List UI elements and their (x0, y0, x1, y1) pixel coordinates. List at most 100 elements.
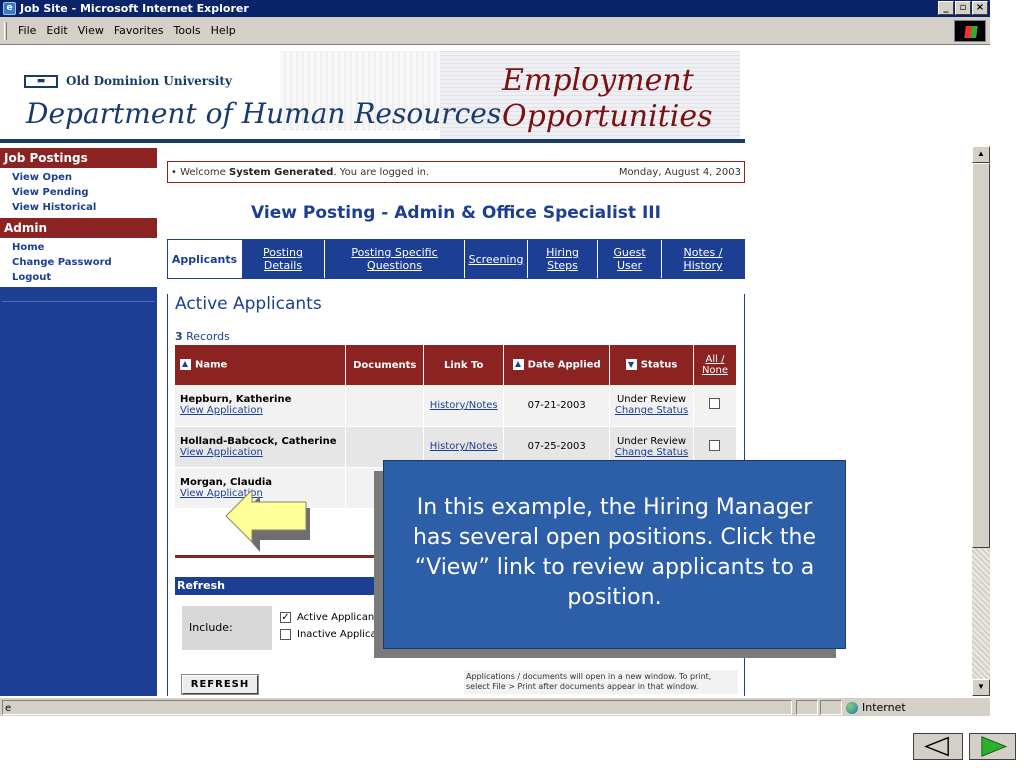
tab-label-line1: Posting (262, 246, 304, 259)
applicant-name: Hepburn, Katherine (180, 394, 292, 406)
vertical-scrollbar[interactable]: ▲ ▼ (972, 146, 990, 696)
col-link-header: Link To (423, 345, 505, 385)
col-status-label: Status (640, 359, 678, 371)
table-header-row: Name Documents Link To Date Applied Stat… (175, 345, 738, 385)
table-row: Hepburn, Katherine View Application Histo… (175, 385, 738, 427)
col-status-header[interactable]: Status (609, 345, 694, 385)
sidebar-header-job-postings: Job Postings (0, 147, 157, 168)
col-select-header[interactable]: All / None (693, 345, 738, 385)
sort-ascending-icon (180, 359, 191, 371)
toolbar-grip (4, 21, 7, 40)
tab-posting-details-label: Posting Details (263, 246, 303, 272)
ie-icon: e (3, 2, 16, 15)
tab-notes-history[interactable]: Notes / History (661, 240, 744, 278)
tab-posting-details[interactable]: Posting Details (241, 240, 324, 278)
select-checkbox[interactable] (709, 398, 721, 410)
status-text: Under Review (616, 394, 687, 406)
menu-view[interactable]: View (73, 24, 109, 37)
previous-slide-button[interactable] (913, 733, 963, 760)
university-name: Old Dominion University (66, 74, 232, 88)
history-notes-link[interactable]: History/Notes (430, 441, 498, 452)
status-lock-cell (820, 700, 842, 715)
include-label-text: Include: (189, 621, 233, 634)
windows-logo-icon (954, 20, 986, 42)
sidebar-item-view-historical[interactable]: View Historical (0, 200, 157, 215)
include-label: Include: (182, 606, 272, 650)
next-slide-button[interactable] (969, 733, 1016, 760)
print-instructions: Applications / documents will open in a … (464, 670, 738, 694)
view-application-link[interactable]: View Application (180, 447, 263, 458)
employment-heading-line2: Opportunities (502, 99, 713, 134)
welcome-message: • Welcome System Generated. You are logg… (171, 167, 429, 178)
inactive-applicants-checkbox[interactable] (280, 629, 291, 640)
applicant-name: Holland-Babcock, Catherine (180, 435, 337, 447)
employment-heading: Employment Opportunities (502, 63, 713, 135)
tab-label-line2: History (683, 259, 723, 272)
record-count: 3 Records (175, 330, 737, 343)
maximize-button[interactable]: ▫ (955, 1, 971, 15)
applicant-cell: Holland-Babcock, Catherine View Applicati… (175, 426, 347, 468)
menu-help[interactable]: Help (206, 24, 241, 37)
menu-file[interactable]: File (13, 24, 41, 37)
internet-zone-icon (846, 701, 858, 714)
status-text: Under Review (616, 435, 687, 447)
tab-label-line2: Details (263, 259, 303, 272)
tab-hiring-steps[interactable]: Hiring Steps (527, 240, 597, 278)
active-applicants-label: Active Applicants (297, 612, 384, 623)
scroll-up-icon[interactable]: ▲ (972, 146, 990, 163)
select-all-none-link[interactable]: All / None (702, 354, 728, 376)
sort-descending-icon (625, 359, 637, 371)
tab-label-line1: Hiring (546, 246, 579, 259)
department-name: Department of Human Resources (26, 97, 502, 130)
col-name-header[interactable]: Name (175, 345, 347, 385)
view-application-link[interactable]: View Application (180, 405, 263, 416)
welcome-suffix: . You are logged in. (333, 166, 430, 178)
menu-tools[interactable]: Tools (169, 24, 206, 37)
history-notes-link[interactable]: History/Notes (430, 400, 498, 411)
tab-label-line1: Guest (613, 246, 646, 259)
close-button[interactable]: × (972, 1, 988, 15)
sidebar-header-admin: Admin (0, 217, 157, 238)
refresh-button[interactable]: REFRESH (181, 674, 259, 695)
link-cell: History/Notes (423, 385, 505, 427)
active-applicants-checkbox[interactable]: ✓ (280, 612, 291, 623)
scroll-thumb[interactable] (972, 163, 990, 548)
tab-screening[interactable]: Screening (464, 240, 527, 278)
col-date-label: Date Applied (527, 359, 601, 371)
tab-posting-questions[interactable]: Posting Specific Questions (324, 240, 464, 278)
welcome-user: System Generated (229, 166, 334, 178)
minimize-button[interactable]: _ (938, 1, 954, 15)
sidebar-job-links: View Open View Pending View Historical (0, 168, 157, 217)
posting-tabs: Applicants Posting Details Posting Specif… (167, 239, 745, 279)
sidebar-item-view-open[interactable]: View Open (0, 170, 157, 185)
tab-applicants[interactable]: Applicants (168, 240, 241, 278)
sidebar-item-change-password[interactable]: Change Password (0, 255, 157, 270)
select-cell (693, 385, 738, 427)
sidebar-item-logout[interactable]: Logout (0, 270, 157, 285)
status-cell: Under Review Change Status (609, 385, 694, 427)
security-zone-label: Internet (862, 701, 906, 714)
change-status-link[interactable]: Change Status (615, 447, 688, 458)
sidebar-item-view-pending[interactable]: View Pending (0, 185, 157, 200)
active-applicants-option[interactable]: ✓ Active Applicants (280, 612, 383, 623)
tab-label-line1: Notes / (683, 246, 723, 259)
col-date-header[interactable]: Date Applied (503, 345, 611, 385)
page-title: View Posting - Admin & Office Specialist… (251, 203, 661, 223)
tab-screening-label: Screening (468, 252, 524, 266)
menu-favorites[interactable]: Favorites (109, 24, 169, 37)
tab-guest-user[interactable]: Guest User (597, 240, 661, 278)
col-name-label: Name (195, 359, 228, 371)
sidebar-item-home[interactable]: Home (0, 240, 157, 255)
menu-edit[interactable]: Edit (41, 24, 72, 37)
security-zone: Internet (846, 701, 906, 714)
scroll-down-icon[interactable]: ▼ (972, 679, 990, 696)
select-checkbox[interactable] (709, 439, 721, 451)
tab-applicants-label: Applicants (171, 252, 238, 266)
tab-label-line2: Steps (547, 259, 578, 272)
tab-label-line1: Posting Specific (351, 246, 438, 259)
sidebar: Job Postings View Open View Pending View… (0, 147, 157, 696)
tab-guest-user-label: Guest User (613, 246, 645, 272)
current-date: Monday, August 4, 2003 (618, 166, 741, 178)
status-bar: e Internet (0, 697, 990, 716)
change-status-link[interactable]: Change Status (615, 405, 688, 416)
